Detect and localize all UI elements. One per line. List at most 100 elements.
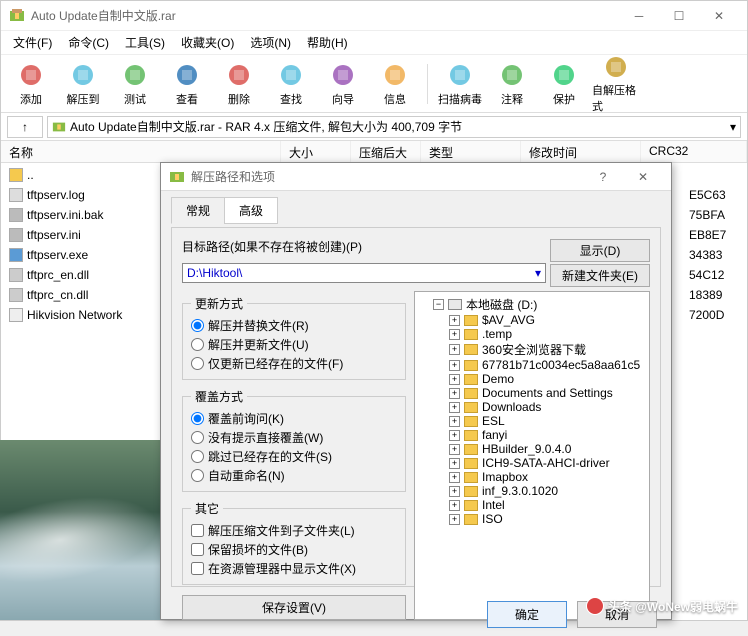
archive-path[interactable]: Auto Update自制中文版.rar - RAR 4.x 压缩文件, 解包大… (47, 116, 741, 138)
tree-expand-icon[interactable]: + (449, 329, 460, 340)
display-button[interactable]: 显示(D) (550, 239, 650, 262)
misc-opts-option[interactable]: 保留损坏的文件(B) (191, 540, 397, 559)
tree-item[interactable]: +ICH9-SATA-AHCI-driver (417, 456, 647, 470)
dialog-title: 解压路径和选项 (191, 168, 583, 185)
maximize-button[interactable]: ☐ (659, 1, 699, 31)
overwrite-opts-option[interactable]: 自动重命名(N) (191, 466, 397, 485)
tool-向导[interactable]: 向导 (319, 58, 367, 110)
tree-expand-icon[interactable]: + (449, 486, 460, 497)
tool-信息[interactable]: 信息 (371, 58, 419, 110)
folder-icon (464, 430, 478, 441)
tree-item[interactable]: +360安全浏览器下载 (417, 341, 647, 358)
tree-item[interactable]: +Documents and Settings (417, 386, 647, 400)
tree-expand-icon[interactable]: + (449, 500, 460, 511)
tree-expand-icon[interactable]: + (449, 430, 460, 441)
tree-item[interactable]: +ESL (417, 414, 647, 428)
menu-item[interactable]: 工具(S) (117, 32, 173, 53)
ok-button[interactable]: 确定 (487, 601, 567, 628)
new-folder-button[interactable]: 新建文件夹(E) (550, 264, 650, 287)
tool-查看[interactable]: 查看 (163, 58, 211, 110)
dest-path-input[interactable]: D:\Hiktool\▾ (182, 263, 546, 283)
tree-expand-icon[interactable]: + (449, 514, 460, 525)
tree-item[interactable]: +Demo (417, 372, 647, 386)
tool-icon (69, 61, 97, 89)
tab-general[interactable]: 常规 (171, 197, 225, 224)
tool-icon (17, 61, 45, 89)
save-settings-button[interactable]: 保存设置(V) (182, 595, 406, 620)
overwrite-opts-option[interactable]: 没有提示直接覆盖(W) (191, 428, 397, 447)
col-name[interactable]: 名称 (1, 141, 281, 162)
menu-item[interactable]: 收藏夹(O) (173, 32, 242, 53)
menu-item[interactable]: 帮助(H) (299, 32, 356, 53)
misc-opts-option[interactable]: 在资源管理器中显示文件(X) (191, 559, 397, 578)
tree-item[interactable]: +.temp (417, 327, 647, 341)
dialog-help-button[interactable]: ? (583, 162, 623, 192)
folder-icon (464, 329, 478, 340)
tool-查找[interactable]: 查找 (267, 58, 315, 110)
file-crc: 75BFA (689, 208, 748, 222)
tree-expand-icon[interactable]: + (449, 458, 460, 469)
overwrite-opts-option[interactable]: 跳过已经存在的文件(S) (191, 447, 397, 466)
tree-item[interactable]: +Imapbox (417, 470, 647, 484)
tree-root[interactable]: −本地磁盘 (D:) (417, 296, 647, 313)
tool-添加[interactable]: 添加 (7, 58, 55, 110)
tool-扫描病毒[interactable]: 扫描病毒 (436, 58, 484, 110)
tree-item[interactable]: +67781b71c0034ec5a8aa61c5 (417, 358, 647, 372)
file-icon (9, 168, 23, 182)
up-button[interactable]: ↑ (7, 116, 43, 138)
update-opts-option[interactable]: 解压并替换文件(R) (191, 316, 397, 335)
tree-expand-icon[interactable]: + (449, 388, 460, 399)
dialog-close-button[interactable]: ✕ (623, 162, 663, 192)
archive-path-text: Auto Update自制中文版.rar - RAR 4.x 压缩文件, 解包大… (70, 118, 462, 135)
update-legend: 更新方式 (191, 295, 247, 312)
menu-item[interactable]: 选项(N) (242, 32, 299, 53)
tree-expand-icon[interactable]: + (449, 374, 460, 385)
tree-item[interactable]: +Intel (417, 498, 647, 512)
col-packed[interactable]: 压缩后大小 (351, 141, 421, 162)
tool-icon (381, 61, 409, 89)
update-opts-option[interactable]: 仅更新已经存在的文件(F) (191, 354, 397, 373)
tree-collapse-icon[interactable]: − (433, 299, 444, 310)
tree-item[interactable]: +Downloads (417, 400, 647, 414)
tool-保护[interactable]: 保护 (540, 58, 588, 110)
folder-icon (464, 472, 478, 483)
close-button[interactable]: ✕ (699, 1, 739, 31)
col-type[interactable]: 类型 (421, 141, 521, 162)
tool-自解压格式[interactable]: 自解压格式 (592, 58, 640, 110)
tree-item[interactable]: +ISO (417, 512, 647, 526)
file-crc: E5C63 (689, 188, 748, 202)
update-opts-option[interactable]: 解压并更新文件(U) (191, 335, 397, 354)
tree-expand-icon[interactable]: + (449, 416, 460, 427)
tool-注释[interactable]: 注释 (488, 58, 536, 110)
folder-icon (464, 444, 478, 455)
tree-expand-icon[interactable]: + (449, 402, 460, 413)
tool-解压到[interactable]: 解压到 (59, 58, 107, 110)
tree-item[interactable]: +fanyi (417, 428, 647, 442)
menu-item[interactable]: 文件(F) (5, 32, 60, 53)
tree-expand-icon[interactable]: + (449, 472, 460, 483)
tree-expand-icon[interactable]: + (449, 360, 460, 371)
tree-item[interactable]: +inf_9.3.0.1020 (417, 484, 647, 498)
tool-测试[interactable]: 测试 (111, 58, 159, 110)
toolbar: 添加解压到测试查看删除查找向导信息扫描病毒注释保护自解压格式 (1, 55, 747, 113)
col-mtime[interactable]: 修改时间 (521, 141, 641, 162)
file-icon (9, 288, 23, 302)
file-icon (9, 228, 23, 242)
tool-删除[interactable]: 删除 (215, 58, 263, 110)
tree-expand-icon[interactable]: + (449, 344, 460, 355)
tree-item[interactable]: +$AV_AVG (417, 313, 647, 327)
col-size[interactable]: 大小 (281, 141, 351, 162)
tree-expand-icon[interactable]: + (449, 315, 460, 326)
folder-icon (464, 402, 478, 413)
folder-tree[interactable]: −本地磁盘 (D:)+$AV_AVG+.temp+360安全浏览器下载+6778… (414, 291, 650, 620)
tree-item[interactable]: +HBuilder_9.0.4.0 (417, 442, 647, 456)
menu-item[interactable]: 命令(C) (60, 32, 117, 53)
update-mode-group: 更新方式 解压并替换文件(R)解压并更新文件(U)仅更新已经存在的文件(F) (182, 295, 406, 380)
minimize-button[interactable]: ─ (619, 1, 659, 31)
tab-advanced[interactable]: 高级 (224, 197, 278, 224)
overwrite-opts-option[interactable]: 覆盖前询问(K) (191, 409, 397, 428)
tree-expand-icon[interactable]: + (449, 444, 460, 455)
misc-opts-option[interactable]: 解压压缩文件到子文件夹(L) (191, 521, 397, 540)
col-crc[interactable]: CRC32 (641, 141, 747, 162)
misc-legend: 其它 (191, 500, 223, 517)
